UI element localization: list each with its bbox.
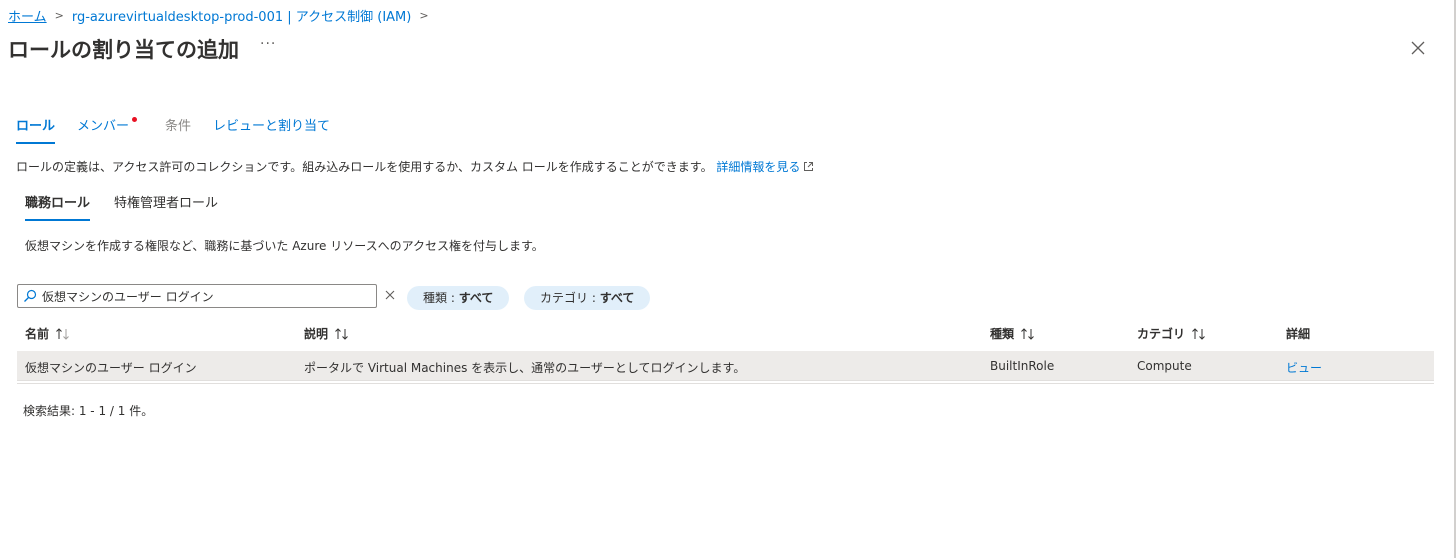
tab-members[interactable]: メンバー	[77, 117, 138, 144]
type-filter-label: 種類 :	[423, 291, 459, 305]
learn-more-label: 詳細情報を見る	[716, 160, 801, 174]
category-filter-value: すべて	[599, 291, 635, 305]
tab-members-label: メンバー	[77, 119, 130, 134]
job-function-roles-description: 仮想マシンを作成する権限など、職務に基づいた Azure リソースへのアクセス権…	[25, 239, 544, 253]
column-header-name[interactable]: 名前	[25, 325, 73, 342]
column-category-label: カテゴリ	[1137, 327, 1186, 341]
table-divider	[17, 383, 1434, 384]
sort-icon	[335, 327, 348, 340]
role-type-tabs: 職務ロール 特権管理者ロール	[25, 196, 242, 221]
tab-review-assign-label: レビューと割り当て	[213, 119, 331, 134]
search-icon	[24, 289, 37, 302]
close-button[interactable]	[1408, 38, 1428, 58]
chevron-right-icon: >	[54, 9, 64, 22]
role-definition-description: ロールの定義は、アクセス許可のコレクションです。組み込みロールを使用するか、カス…	[16, 158, 814, 175]
column-type-label: 種類	[990, 327, 1015, 341]
tab-privileged-admin-roles[interactable]: 特権管理者ロール	[114, 196, 218, 221]
tab-review-assign[interactable]: レビューと割り当て	[213, 118, 330, 144]
role-search-box[interactable]	[17, 284, 377, 308]
sort-icon	[1021, 327, 1034, 340]
wizard-tabs: ロール メンバー 条件 レビューと割り当て	[16, 117, 352, 144]
role-name-cell: 仮想マシンのユーザー ログイン	[25, 361, 197, 375]
column-header-details: 詳細	[1286, 325, 1310, 342]
tab-conditions[interactable]: 条件	[165, 118, 191, 144]
roles-table-header: 名前 説明 種類 カテゴリ 詳細	[17, 318, 1434, 348]
column-description-label: 説明	[304, 327, 329, 341]
column-header-category[interactable]: カテゴリ	[1137, 325, 1209, 342]
tab-job-function-roles[interactable]: 職務ロール	[25, 196, 91, 221]
close-icon	[385, 290, 395, 300]
sort-icon	[1192, 327, 1205, 340]
chevron-right-icon: >	[419, 9, 429, 22]
close-icon	[1411, 41, 1425, 55]
more-options-button[interactable]: ···	[260, 36, 276, 52]
breadcrumb-home-link[interactable]: ホーム	[8, 6, 47, 25]
clear-search-button[interactable]	[384, 286, 396, 300]
tab-role-label: ロール	[16, 119, 56, 134]
category-filter-label: カテゴリ :	[540, 291, 600, 305]
tab-role[interactable]: ロール	[16, 118, 56, 144]
search-result-count: 検索結果: 1 - 1 / 1 件。	[23, 404, 154, 418]
column-details-label: 詳細	[1286, 327, 1311, 341]
column-header-description[interactable]: 説明	[304, 325, 352, 342]
required-indicator	[132, 117, 138, 122]
description-text: ロールの定義は、アクセス許可のコレクションです。組み込みロールを使用するか、カス…	[16, 160, 713, 174]
role-search-input[interactable]	[42, 289, 362, 303]
learn-more-link[interactable]: 詳細情報を見る	[716, 160, 814, 174]
column-name-label: 名前	[25, 327, 50, 341]
role-category-cell: Compute	[1137, 359, 1192, 373]
breadcrumb-resource-group-link[interactable]: rg-azurevirtualdesktop-prod-001 | アクセス制御…	[72, 6, 412, 25]
sort-icon	[56, 327, 69, 340]
page-title: ロールの割り当ての追加	[8, 38, 239, 62]
role-description-cell: ポータルで Virtual Machines を表示し、通常のユーザーとしてログ…	[304, 361, 746, 375]
type-filter-value: すべて	[458, 291, 494, 305]
type-filter-pill[interactable]: 種類 : すべて	[407, 286, 510, 310]
category-filter-pill[interactable]: カテゴリ : すべて	[524, 286, 651, 310]
column-header-type[interactable]: 種類	[990, 325, 1038, 342]
tab-conditions-label: 条件	[165, 119, 192, 134]
breadcrumb: ホーム > rg-azurevirtualdesktop-prod-001 | …	[8, 6, 437, 25]
external-link-icon	[804, 162, 814, 171]
role-type-cell: BuiltInRole	[990, 359, 1055, 373]
table-row[interactable]: 仮想マシンのユーザー ログイン ポータルで Virtual Machines を…	[17, 351, 1434, 381]
view-details-link[interactable]: ビュー	[1286, 359, 1322, 376]
